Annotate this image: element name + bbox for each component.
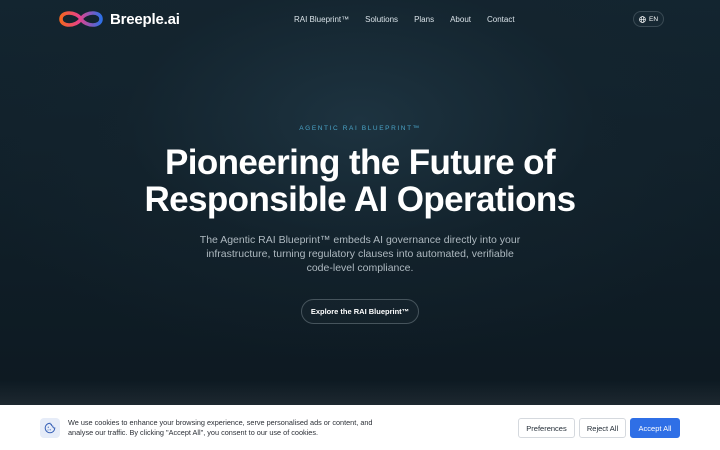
hero-eyebrow: AGENTIC RAI BLUEPRINT™ (299, 125, 421, 132)
infinity-logo-icon (59, 11, 103, 27)
nav-plans[interactable]: Plans (406, 15, 442, 24)
cookie-preferences-button[interactable]: Preferences (518, 418, 575, 438)
cookie-reject-all-button[interactable]: Reject All (579, 418, 626, 438)
logo-link[interactable]: Breeple.ai (56, 8, 180, 30)
site-header: Breeple.ai RAI Blueprint™ Solutions Plan… (0, 0, 720, 38)
hero-headline-line-1: Pioneering the Future of (164, 143, 556, 182)
language-selector-button[interactable]: EN (633, 11, 664, 27)
cookie-icon-container (40, 418, 60, 438)
cookie-accept-all-button[interactable]: Accept All (630, 418, 680, 438)
language-label: EN (648, 15, 659, 23)
hero-headline-line-2: Responsible AI Operations (144, 180, 576, 219)
hero-headline: Pioneering the Future of Responsible AI … (0, 144, 720, 218)
nav-solutions[interactable]: Solutions (357, 15, 406, 24)
globe-icon (639, 15, 646, 23)
explore-blueprint-button[interactable]: Explore the RAI Blueprint™ (301, 299, 419, 324)
nav-rai-blueprint[interactable]: RAI Blueprint™ (286, 15, 357, 24)
logo-text: Breeple.ai (110, 10, 180, 28)
cookie-icon (44, 422, 56, 434)
nav-contact[interactable]: Contact (479, 15, 523, 24)
hero-subtext: The Agentic RAI Blueprint™ embeds AI gov… (199, 234, 521, 274)
cookie-message: We use cookies to enhance your browsing … (68, 418, 373, 437)
nav-about[interactable]: About (442, 15, 479, 24)
main-nav: RAI Blueprint™ Solutions Plans About Con… (286, 0, 523, 38)
